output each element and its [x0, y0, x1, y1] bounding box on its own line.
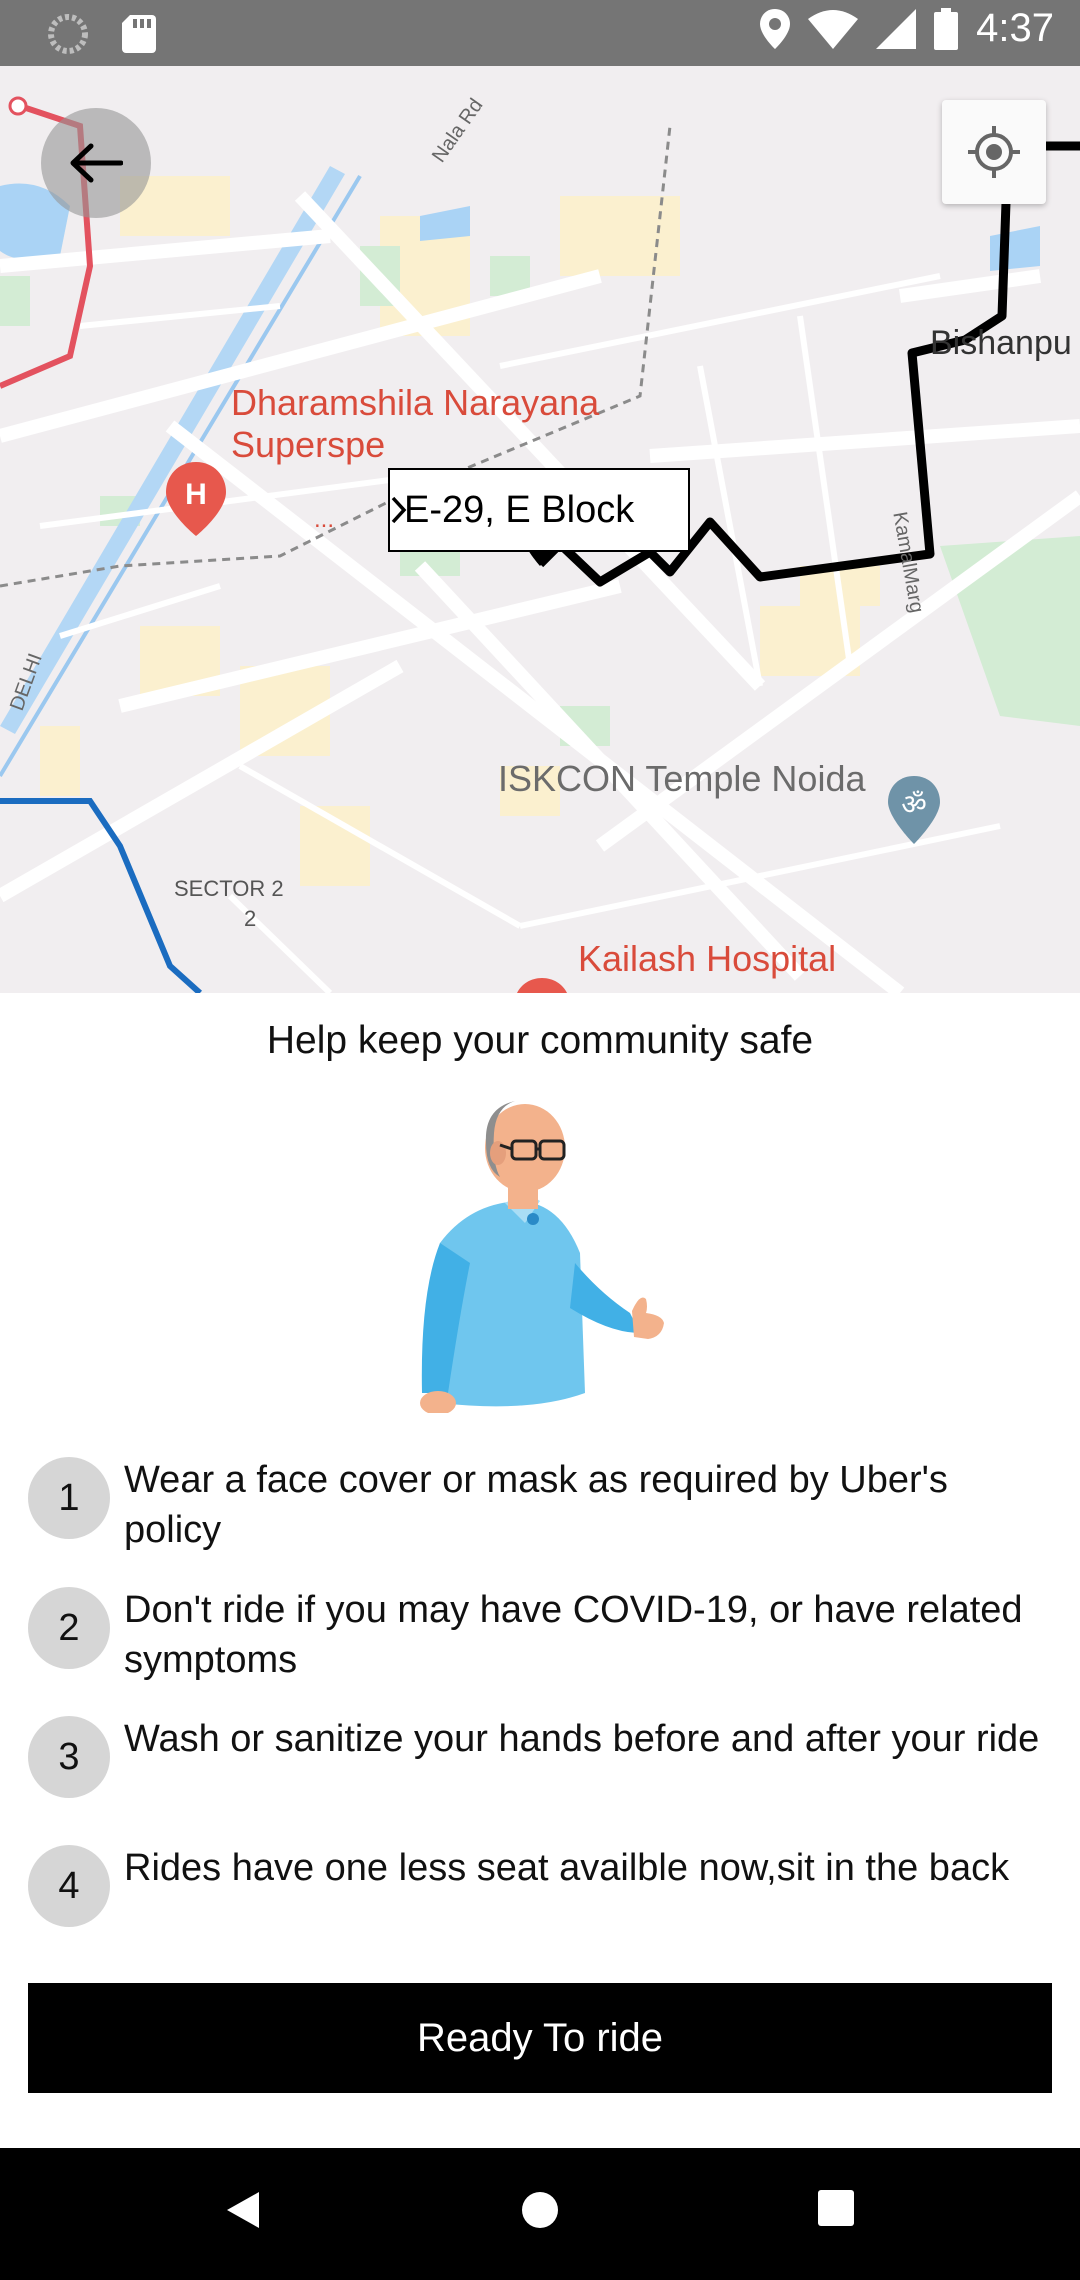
map-label-dharamshila[interactable]: Dharamshila Narayana	[231, 382, 599, 424]
step-number-badge: 1	[28, 1457, 110, 1539]
status-time: 4:37	[976, 6, 1054, 50]
wifi-icon	[808, 9, 859, 49]
crosshair-icon	[968, 126, 1020, 178]
map-label-iskcon[interactable]: ISKCON Temple Noida	[498, 758, 866, 800]
pickup-location-text: E-29, E Block	[404, 488, 635, 531]
safety-step-4: 4 Rides have one less seat availble now,…	[28, 1843, 1058, 1927]
svg-text:H: H	[185, 478, 207, 511]
elderly-man-thumbs-up-illustration	[420, 1101, 664, 1413]
safety-step-3: 3 Wash or sanitize your hands before and…	[28, 1714, 1058, 1798]
battery-icon	[934, 7, 959, 50]
sd-card-icon	[122, 15, 156, 53]
step-text: Wash or sanitize your hands before and a…	[124, 1718, 1040, 1760]
safety-step-1: 1 Wear a face cover or mask as required …	[28, 1455, 1058, 1555]
safety-sheet: Help keep your community safe 1 Wear a f…	[0, 993, 1080, 2148]
back-button[interactable]	[41, 108, 151, 218]
step-number-badge: 2	[28, 1587, 110, 1669]
sheet-title: Help keep your community safe	[266, 1019, 814, 1062]
status-bar: 4:37	[0, 0, 1080, 66]
nav-back-icon[interactable]	[225, 2190, 261, 2230]
hospital-marker-icon: H	[166, 462, 226, 536]
step-number-badge: 3	[28, 1716, 110, 1798]
signal-icon	[876, 8, 917, 49]
step-number-badge: 4	[28, 1845, 110, 1927]
nav-recents-icon[interactable]	[818, 2190, 854, 2226]
step-text: Don't ride if you may have COVID-19, or …	[124, 1589, 1023, 1681]
location-pin-icon	[760, 8, 791, 49]
my-location-button[interactable]	[942, 100, 1046, 204]
loading-circle-icon	[48, 14, 88, 54]
system-nav-bar	[0, 2148, 1080, 2280]
svg-text:ॐ: ॐ	[901, 788, 927, 821]
step-text: Rides have one less seat availble now,si…	[124, 1847, 1010, 1889]
map-label-kailash[interactable]: Kailash Hospital	[578, 938, 836, 980]
pickup-location-label[interactable]: E-29, E Block	[388, 468, 690, 552]
nav-home-icon[interactable]	[520, 2190, 560, 2230]
temple-marker-icon: ॐ	[888, 776, 940, 844]
map-label-ellipsis: ...	[314, 506, 335, 533]
map-view[interactable]: H ॐ Nala Rd Dharamshila Narayana Supersp…	[0, 66, 1080, 993]
safety-step-2: 2 Don't ride if you may have COVID-19, o…	[28, 1585, 1058, 1685]
step-text: Wear a face cover or mask as required by…	[124, 1459, 948, 1551]
map-label-sector-num: 2	[244, 906, 257, 931]
arrow-left-icon	[70, 143, 123, 183]
map-label-bishanpur: Bishanpu	[930, 324, 1072, 362]
ready-to-ride-button[interactable]: Ready To ride	[28, 1983, 1052, 2093]
map-label-sector: SECTOR 2	[174, 876, 284, 901]
map-label-dharamshila-2[interactable]: Superspe	[231, 424, 385, 466]
chevron-right-icon	[391, 496, 407, 524]
